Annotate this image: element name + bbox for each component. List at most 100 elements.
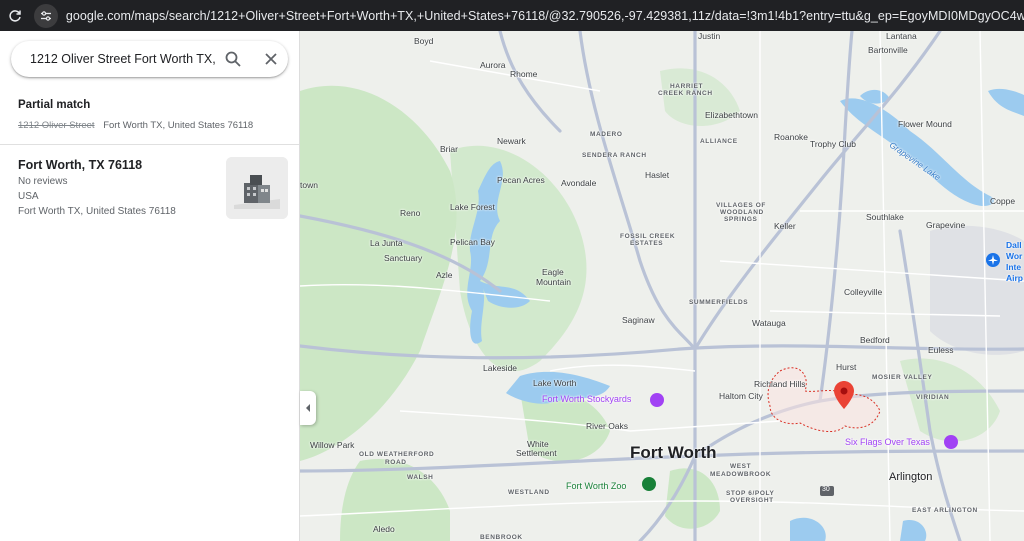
- map-label: Lantana: [886, 31, 917, 41]
- zoo-icon[interactable]: [642, 477, 656, 491]
- map-label: Aledo: [373, 524, 395, 534]
- map-label: ALLIANCE: [700, 138, 738, 145]
- map-label: Boyd: [414, 36, 434, 46]
- map-label: Eagle: [542, 267, 564, 277]
- chevron-left-icon: [306, 404, 310, 412]
- map-label: Watauga: [752, 318, 786, 328]
- attraction-icon[interactable]: [944, 435, 958, 449]
- map-label: VILLAGES OF: [716, 202, 766, 209]
- map-label: town: [300, 180, 318, 190]
- map-label: WESTLAND: [508, 489, 550, 496]
- search-input[interactable]: [30, 52, 216, 66]
- map-label: OLD WEATHERFORD: [359, 451, 435, 458]
- unmatched-street: 1212 Oliver Street: [18, 120, 95, 131]
- result-reviews: No reviews: [18, 176, 68, 187]
- map-label: Euless: [928, 345, 954, 355]
- map-label: WEST: [730, 463, 752, 470]
- url-text[interactable]: google.com/maps/search/1212+Oliver+Stree…: [66, 9, 1024, 23]
- reload-icon[interactable]: [0, 0, 30, 31]
- map-canvas[interactable]: Boyd Aurora Rhome Justin Lantana Bartonv…: [300, 31, 1024, 541]
- map-label: EAST ARLINGTON: [912, 507, 978, 514]
- map-label: Elizabethtown: [705, 110, 758, 120]
- collapse-panel-button[interactable]: [300, 391, 316, 425]
- partial-match-heading: Partial match: [18, 99, 91, 111]
- map-label[interactable]: Fort Worth Zoo: [566, 481, 626, 491]
- map-label: Coppe: [990, 196, 1016, 206]
- browser-address-bar: google.com/maps/search/1212+Oliver+Stree…: [0, 0, 1024, 31]
- map-label: Aurora: [480, 60, 506, 70]
- map-label: Flower Mound: [898, 119, 952, 129]
- map-label: Reno: [400, 208, 421, 218]
- map-label: WALSH: [407, 474, 434, 481]
- partial-match-address: 1212 Oliver Street Fort Worth TX, United…: [18, 120, 253, 131]
- map-label: Settlement: [516, 448, 557, 458]
- map-label: SPRINGS: [724, 216, 758, 223]
- map-label: Southlake: [866, 212, 904, 222]
- site-settings-icon[interactable]: [33, 3, 58, 28]
- map-label: Lakeside: [483, 363, 518, 373]
- map-label: Roanoke: [774, 132, 809, 142]
- map-label: Trophy Club: [810, 139, 856, 149]
- divider: [0, 144, 299, 145]
- map-label: Pelican Bay: [450, 237, 495, 247]
- matched-address: Fort Worth TX, United States 76118: [103, 120, 254, 131]
- map-label: Richland Hills: [754, 379, 806, 389]
- map-label: Lake Worth: [533, 378, 577, 388]
- map-label: Wor: [1006, 251, 1023, 261]
- map-label: MEADOWBROOK: [710, 471, 772, 478]
- attraction-icon[interactable]: [650, 393, 664, 407]
- map-label: SUMMERFIELDS: [689, 299, 749, 306]
- map-label: Pecan Acres: [497, 175, 545, 185]
- map-label: River Oaks: [586, 421, 629, 431]
- map-label: Arlington: [889, 471, 933, 483]
- map-label: Bartonville: [868, 45, 908, 55]
- map-label: OVERSIGHT: [730, 497, 774, 504]
- map-label: WOODLAND: [720, 209, 764, 216]
- map-label: Saginaw: [622, 315, 655, 325]
- close-icon[interactable]: [262, 50, 280, 73]
- search-icon[interactable]: [224, 50, 242, 73]
- results-panel: Partial match 1212 Oliver Street Fort Wo…: [0, 31, 300, 541]
- map-label: Mountain: [536, 277, 571, 287]
- map-label: MADERO: [590, 131, 623, 138]
- map-label: CREEK RANCH: [658, 90, 713, 97]
- airport-icon[interactable]: [986, 253, 1000, 267]
- map-label: Fort Worth: [630, 443, 717, 462]
- map-label: Dall: [1006, 240, 1022, 250]
- map-label: HARRIET: [670, 83, 704, 90]
- map-label: Bedford: [860, 335, 890, 345]
- map-label: Haslet: [645, 170, 670, 180]
- map-label: Sanctuary: [384, 253, 423, 263]
- map-label: Inte: [1006, 262, 1022, 272]
- map-label: Justin: [698, 31, 721, 41]
- map-label: STOP 6/POLY: [726, 490, 775, 497]
- map-label[interactable]: Fort Worth Stockyards: [542, 394, 631, 404]
- map-label: Avondale: [561, 178, 597, 188]
- result-country: USA: [18, 191, 39, 202]
- map-label[interactable]: Six Flags Over Texas: [845, 437, 930, 447]
- map-label: Rhome: [510, 69, 538, 79]
- map-label: VIRIDIAN: [916, 394, 950, 401]
- map-label: La Junta: [370, 238, 403, 248]
- route-shield: 30: [822, 486, 830, 493]
- map-label: Haltom City: [719, 391, 763, 401]
- result-address: Fort Worth TX, United States 76118: [18, 206, 176, 217]
- map-label: Colleyville: [844, 287, 883, 297]
- map-label: FOSSIL CREEK: [620, 233, 676, 240]
- map-label: Airp: [1006, 273, 1023, 283]
- map-label: Azle: [436, 270, 453, 280]
- search-box[interactable]: [11, 41, 288, 77]
- map-label: ESTATES: [630, 240, 664, 247]
- map-label: SENDERA RANCH: [582, 152, 647, 159]
- map-label: MOSIER VALLEY: [872, 374, 933, 381]
- building-icon: [226, 157, 288, 219]
- map-label: Willow Park: [310, 440, 355, 450]
- map-label: Newark: [497, 136, 526, 146]
- place-thumbnail[interactable]: [226, 157, 288, 219]
- result-title[interactable]: Fort Worth, TX 76118: [18, 158, 142, 172]
- map-label: Lake Forest: [450, 202, 495, 212]
- map-label: ROAD: [385, 459, 407, 466]
- map-label: Hurst: [836, 362, 857, 372]
- map-label: Keller: [774, 221, 796, 231]
- map-layer: [300, 31, 1024, 541]
